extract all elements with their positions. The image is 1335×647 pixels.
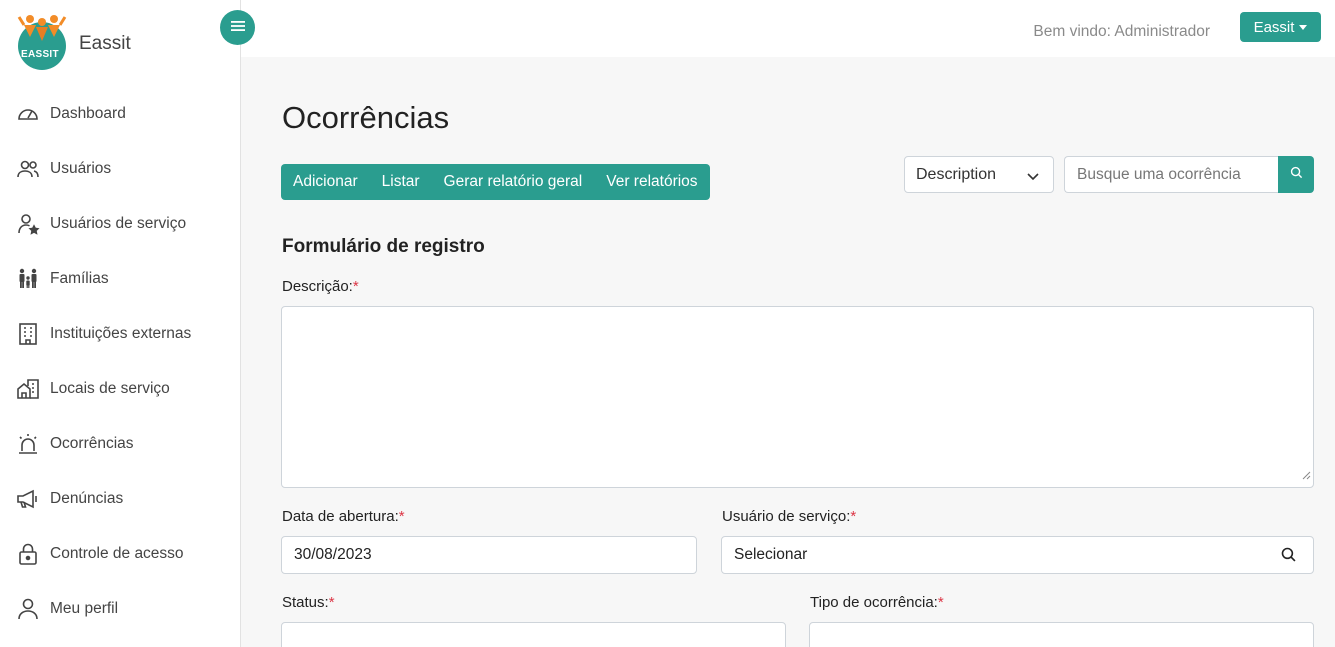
brand[interactable]: EASSIT Eassit bbox=[16, 13, 131, 71]
user-menu-button[interactable]: Eassit bbox=[1240, 12, 1321, 42]
welcome-text: Bem vindo: Administrador bbox=[1033, 23, 1210, 40]
logo-text: EASSIT bbox=[21, 49, 59, 60]
opening-date-field[interactable]: 30/08/2023 bbox=[281, 536, 697, 574]
sidebar-item-usuarios-servico[interactable]: Usuários de serviço bbox=[0, 196, 240, 251]
brand-name: Eassit bbox=[79, 33, 131, 54]
search-icon bbox=[1281, 547, 1296, 567]
person-icon bbox=[16, 597, 40, 621]
status-label-text: Status: bbox=[282, 594, 329, 611]
menu-toggle-button[interactable] bbox=[220, 10, 255, 45]
generate-report-button[interactable]: Gerar relatório geral bbox=[432, 164, 595, 200]
form-title: Formulário de registro bbox=[282, 236, 485, 257]
sidebar: EASSIT Eassit Dashboard Usuários Usuário… bbox=[0, 0, 241, 647]
sidebar-item-ocorrencias[interactable]: Ocorrências bbox=[0, 416, 240, 471]
sidebar-item-label: Controle de acesso bbox=[50, 544, 184, 562]
sidebar-item-label: Dashboard bbox=[50, 104, 126, 122]
opening-date-label: Data de abertura:* bbox=[282, 508, 405, 525]
sidebar-item-familias[interactable]: Famílias bbox=[0, 251, 240, 306]
sidebar-item-locais[interactable]: Locais de serviço bbox=[0, 361, 240, 416]
service-user-value: Selecionar bbox=[734, 546, 808, 563]
required-mark: * bbox=[850, 508, 857, 525]
opening-date-label-text: Data de abertura: bbox=[282, 508, 399, 525]
status-select[interactable] bbox=[281, 622, 786, 647]
required-mark: * bbox=[398, 508, 405, 525]
sidebar-item-label: Meu perfil bbox=[50, 599, 119, 617]
occurrence-type-label: Tipo de ocorrência:* bbox=[810, 594, 944, 611]
family-icon bbox=[16, 267, 40, 291]
hamburger-icon bbox=[230, 19, 245, 37]
list-button[interactable]: Listar bbox=[370, 164, 432, 200]
page-title: Ocorrências bbox=[282, 100, 450, 135]
building-icon bbox=[16, 322, 40, 346]
sidebar-item-label: Usuários bbox=[50, 159, 112, 177]
service-user-label-text: Usuário de serviço: bbox=[722, 508, 851, 525]
description-label: Descrição:* bbox=[282, 278, 359, 295]
house-building-icon bbox=[16, 377, 40, 401]
user-menu-label: Eassit bbox=[1253, 18, 1295, 36]
chevron-down-icon bbox=[1027, 168, 1039, 186]
occurrence-type-select[interactable] bbox=[809, 622, 1314, 647]
sidebar-item-instituicoes[interactable]: Instituições externas bbox=[0, 306, 240, 361]
required-mark: * bbox=[352, 278, 359, 295]
logo: EASSIT bbox=[16, 13, 68, 71]
search-filter-value: Description bbox=[916, 165, 997, 183]
search-input[interactable] bbox=[1064, 156, 1279, 193]
megaphone-icon bbox=[16, 487, 40, 511]
service-user-label: Usuário de serviço:* bbox=[722, 508, 856, 525]
sidebar-item-usuarios[interactable]: Usuários bbox=[0, 141, 240, 196]
required-mark: * bbox=[328, 594, 335, 611]
search-filter-select[interactable]: Description bbox=[904, 156, 1054, 193]
sidebar-item-denuncias[interactable]: Denúncias bbox=[0, 471, 240, 526]
search-icon bbox=[1290, 166, 1303, 184]
sidebar-item-label: Instituições externas bbox=[50, 324, 192, 342]
sidebar-item-dashboard[interactable]: Dashboard bbox=[0, 86, 240, 141]
sidebar-item-controle-acesso[interactable]: Controle de acesso bbox=[0, 526, 240, 581]
action-button-group: Adicionar Listar Gerar relatório geral V… bbox=[281, 164, 710, 200]
view-reports-button[interactable]: Ver relatórios bbox=[594, 164, 709, 200]
sidebar-nav: Dashboard Usuários Usuários de serviço F… bbox=[0, 86, 240, 636]
alarm-icon bbox=[16, 432, 40, 456]
add-button[interactable]: Adicionar bbox=[281, 164, 370, 200]
sidebar-item-label: Locais de serviço bbox=[50, 379, 170, 397]
status-label: Status:* bbox=[282, 594, 335, 611]
user-star-icon bbox=[16, 212, 40, 236]
search-button[interactable] bbox=[1278, 156, 1314, 193]
sidebar-item-label: Usuários de serviço bbox=[50, 214, 187, 232]
resize-grip-icon[interactable] bbox=[1302, 467, 1311, 485]
sidebar-item-label: Denúncias bbox=[50, 489, 124, 507]
caret-down-icon bbox=[1299, 24, 1308, 30]
sidebar-item-meu-perfil[interactable]: Meu perfil bbox=[0, 581, 240, 636]
service-user-select[interactable]: Selecionar bbox=[721, 536, 1314, 574]
sidebar-item-label: Famílias bbox=[50, 269, 109, 287]
sidebar-item-label: Ocorrências bbox=[50, 434, 134, 452]
users-icon bbox=[16, 157, 40, 181]
description-textarea[interactable] bbox=[281, 306, 1314, 488]
required-mark: * bbox=[937, 594, 944, 611]
opening-date-value: 30/08/2023 bbox=[294, 546, 372, 563]
speedometer-icon bbox=[16, 102, 40, 126]
description-label-text: Descrição: bbox=[282, 278, 353, 295]
lock-icon bbox=[16, 542, 40, 566]
occurrence-type-label-text: Tipo de ocorrência: bbox=[810, 594, 938, 611]
